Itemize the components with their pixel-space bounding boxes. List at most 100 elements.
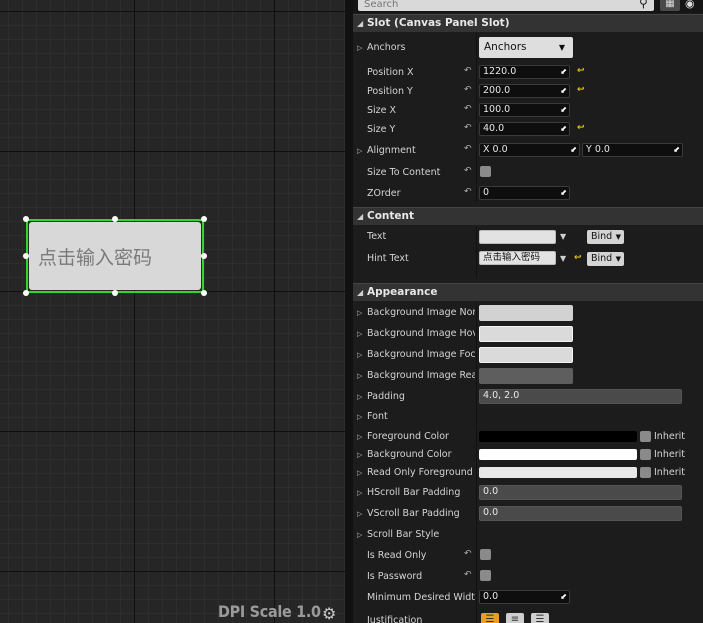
size-to-content-checkbox[interactable] bbox=[480, 166, 491, 177]
reset-to-default-icon[interactable]: ↩ bbox=[577, 85, 585, 95]
reset-arrow-icon[interactable]: ↶ bbox=[464, 549, 472, 559]
selected-editable-textbox[interactable]: 点击输入密码 bbox=[23, 216, 207, 296]
expand-triangle-icon: ▷ bbox=[357, 351, 363, 359]
readonly-fg-color-swatch[interactable] bbox=[479, 467, 637, 478]
category-slot[interactable]: ◢ Slot (Canvas Panel Slot) bbox=[353, 14, 703, 32]
bg-image-hovered-preview[interactable] bbox=[479, 326, 573, 342]
expand-triangle-icon: ▷ bbox=[357, 489, 363, 497]
reset-arrow-icon[interactable]: ↶ bbox=[464, 85, 472, 95]
hscroll-padding-label[interactable]: ▷ HScroll Bar Padding bbox=[357, 487, 475, 498]
search-input[interactable] bbox=[358, 0, 654, 11]
text-input[interactable] bbox=[479, 230, 556, 244]
panel-splitter[interactable] bbox=[345, 0, 353, 623]
text-label: Text bbox=[367, 231, 387, 242]
bg-image-readonly-label[interactable]: ▷Background Image ReadOnly bbox=[357, 370, 475, 381]
font-label[interactable]: ▷ Font bbox=[357, 411, 475, 422]
resize-handle-middle-right[interactable] bbox=[201, 253, 207, 259]
size-x-field[interactable]: 100.0 ⬋ bbox=[479, 103, 570, 117]
readonly-inherit-checkbox[interactable] bbox=[640, 467, 651, 478]
expand-triangle-icon: ▷ bbox=[357, 469, 363, 477]
resize-handle-bottom-left[interactable] bbox=[23, 290, 29, 296]
min-desired-width-field[interactable]: 0.0 ⬋ bbox=[479, 590, 570, 604]
align-left-icon[interactable]: ☰ bbox=[481, 613, 499, 623]
text-bind-button[interactable]: Bind ▼ bbox=[587, 230, 624, 244]
align-center-icon[interactable]: ≡ bbox=[506, 613, 524, 623]
expand-triangle-icon: ▷ bbox=[357, 451, 363, 459]
resize-handle-top-right[interactable] bbox=[201, 216, 207, 222]
reset-arrow-icon[interactable]: ↶ bbox=[464, 166, 472, 176]
expand-triangle-icon: ▷ bbox=[357, 147, 363, 155]
padding-field[interactable]: 4.0, 2.0 bbox=[479, 389, 682, 404]
reset-to-default-icon[interactable]: ↩ bbox=[577, 123, 585, 133]
readonly-fg-color-label[interactable]: ▷Read Only Foreground Color bbox=[357, 467, 475, 478]
hint-text-bind-button[interactable]: Bind ▼ bbox=[587, 252, 624, 266]
reset-arrow-icon[interactable]: ↶ bbox=[464, 104, 472, 114]
is-password-checkbox[interactable] bbox=[480, 570, 491, 581]
hscroll-padding-field[interactable]: 0.0 bbox=[479, 485, 682, 500]
chevron-down-icon[interactable]: ▼ bbox=[560, 232, 566, 241]
reset-arrow-icon[interactable]: ↶ bbox=[464, 187, 472, 197]
reset-arrow-icon[interactable]: ↶ bbox=[464, 144, 472, 154]
collapse-triangle-icon: ◢ bbox=[357, 288, 364, 297]
reset-arrow-icon[interactable]: ↶ bbox=[464, 66, 472, 76]
alignment-label[interactable]: ▷ Alignment bbox=[357, 145, 475, 156]
align-right-icon[interactable]: ☰ bbox=[531, 613, 549, 623]
textbox-hint-text: 点击输入密码 bbox=[29, 222, 201, 290]
category-content[interactable]: ◢ Content bbox=[353, 207, 703, 225]
foreground-color-label[interactable]: ▷ Foreground Color bbox=[357, 431, 475, 442]
bg-image-focused-label[interactable]: ▷Background Image Focused bbox=[357, 349, 475, 360]
scroll-bar-style-label[interactable]: ▷ Scroll Bar Style bbox=[357, 529, 475, 540]
hint-text-input[interactable]: 点击输入密码 bbox=[479, 251, 556, 265]
resize-handle-bottom-center[interactable] bbox=[112, 290, 118, 296]
chevron-down-icon: ▼ bbox=[615, 255, 621, 263]
collapse-triangle-icon: ◢ bbox=[357, 212, 364, 221]
is-read-only-label: Is Read Only bbox=[367, 550, 427, 561]
size-x-label: Size X bbox=[367, 105, 397, 116]
bg-image-hovered-label[interactable]: ▷Background Image Hovered bbox=[357, 328, 475, 339]
background-inherit-checkbox[interactable] bbox=[640, 449, 651, 460]
position-x-field[interactable]: 1220.0 ⬋ bbox=[479, 65, 570, 79]
alignment-x-field[interactable]: X 0.0 ⬋ bbox=[479, 143, 580, 157]
expand-triangle-icon: ▷ bbox=[357, 510, 363, 518]
resize-handle-top-left[interactable] bbox=[23, 216, 29, 222]
chevron-down-icon[interactable]: ▼ bbox=[560, 254, 566, 263]
chevron-down-icon: ▼ bbox=[615, 233, 621, 241]
search-icon[interactable]: ⚲ bbox=[639, 0, 648, 10]
bg-image-normal-label[interactable]: ▷Background Image Normal bbox=[357, 307, 475, 318]
position-y-label: Position Y bbox=[367, 86, 413, 97]
alignment-y-field[interactable]: Y 0.0 ⬋ bbox=[582, 143, 683, 157]
reset-arrow-icon[interactable]: ↶ bbox=[464, 570, 472, 580]
background-color-swatch[interactable] bbox=[479, 449, 637, 460]
column-divider[interactable] bbox=[476, 226, 477, 278]
eye-icon[interactable]: ◉ bbox=[685, 0, 695, 10]
reset-arrow-icon[interactable]: ↶ bbox=[464, 123, 472, 133]
anchors-dropdown[interactable]: Anchors ▼ bbox=[479, 37, 573, 58]
zorder-field[interactable]: 0 ⬋ bbox=[479, 186, 570, 200]
reset-to-default-icon[interactable]: ↩ bbox=[574, 253, 582, 263]
vscroll-padding-label[interactable]: ▷ VScroll Bar Padding bbox=[357, 508, 475, 519]
resize-handle-top-center[interactable] bbox=[112, 216, 118, 222]
reset-to-default-icon[interactable]: ↩ bbox=[577, 66, 585, 76]
foreground-inherit-checkbox[interactable] bbox=[640, 431, 651, 442]
resize-handle-middle-left[interactable] bbox=[23, 253, 29, 259]
designer-canvas[interactable]: 点击输入密码 DPI Scale 1.0 ⚙ bbox=[0, 0, 345, 623]
foreground-color-swatch[interactable] bbox=[479, 431, 637, 442]
background-color-label[interactable]: ▷ Background Color bbox=[357, 449, 475, 460]
drag-arrow-icon: ⬋ bbox=[560, 188, 567, 197]
property-matrix-button[interactable]: ▦ bbox=[660, 0, 680, 11]
anchors-label[interactable]: ▷ Anchors bbox=[357, 42, 475, 53]
resize-handle-bottom-right[interactable] bbox=[201, 290, 207, 296]
chevron-down-icon: ▼ bbox=[558, 43, 565, 52]
size-y-field[interactable]: 40.0 ⬋ bbox=[479, 122, 570, 136]
bg-image-readonly-preview[interactable] bbox=[479, 368, 573, 384]
bg-image-focused-preview[interactable] bbox=[479, 347, 573, 363]
bg-image-normal-preview[interactable] bbox=[479, 305, 573, 321]
is-read-only-checkbox[interactable] bbox=[480, 549, 491, 560]
column-divider[interactable] bbox=[476, 33, 477, 203]
padding-label[interactable]: ▷ Padding bbox=[357, 391, 475, 402]
position-y-field[interactable]: 200.0 ⬋ bbox=[479, 84, 570, 98]
column-divider[interactable] bbox=[476, 302, 477, 623]
gear-icon[interactable]: ⚙ bbox=[322, 604, 336, 623]
vscroll-padding-field[interactable]: 0.0 bbox=[479, 506, 682, 521]
category-appearance[interactable]: ◢ Appearance bbox=[353, 283, 703, 301]
